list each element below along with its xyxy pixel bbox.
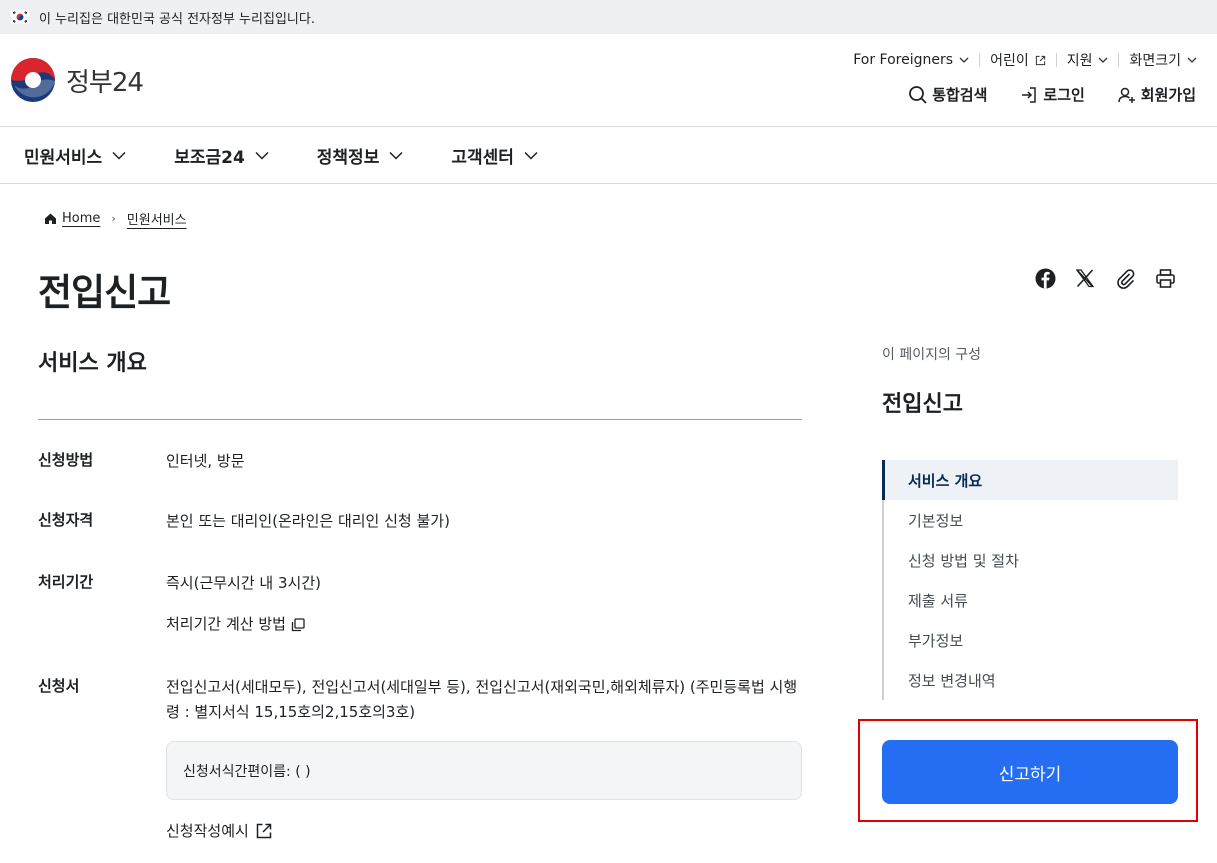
logo-text: 정부24 (66, 67, 144, 98)
section-title: 서비스 개요 (38, 351, 147, 376)
chevron-down-icon (524, 151, 538, 160)
info-label: 신청방법 (38, 451, 94, 469)
login-button[interactable]: 로그인 (1019, 84, 1085, 105)
for-foreigners-label: For Foreigners (853, 52, 954, 68)
copy-link-button[interactable] (1113, 266, 1137, 290)
info-row-form: 신청서 전입신고서(세대모두), 전입신고서(세대일부 등), 전입신고서(재외… (38, 675, 802, 725)
page-title: 전입신고 (38, 271, 171, 314)
info-value: 전입신고서(세대모두), 전입신고서(세대일부 등), 전입신고서(재외국민,해… (166, 678, 798, 721)
info-row-eligibility: 신청자격 본인 또는 대리인(온라인은 대리인 신청 불가) (38, 509, 802, 534)
print-icon (1155, 268, 1175, 288)
chevron-down-icon (1099, 57, 1108, 63)
apply-report-button[interactable]: 신고하기 (882, 740, 1178, 804)
processing-time-calc-label: 처리기간 계산 방법 (166, 615, 286, 633)
toc-item-documents[interactable]: 제출 서류 (884, 580, 1178, 620)
info-row-method: 신청방법 인터넷, 방문 (38, 449, 802, 474)
font-size-menu[interactable]: 화면크기 (1119, 50, 1197, 70)
gnb-menu-policy[interactable]: 정책정보 (317, 143, 404, 168)
gnb-menu-subsidy[interactable]: 보조금24 (174, 143, 269, 168)
auth-nav: 통합검색 로그인 회원가입 (876, 84, 1196, 105)
paperclip-icon (1116, 268, 1134, 289)
korea-flag-icon (10, 10, 30, 24)
toc-item-overview[interactable]: 서비스 개요 (882, 460, 1178, 500)
chevron-down-icon (389, 151, 403, 160)
form-name-box: 신청서식간편이름: ( ) (166, 741, 802, 800)
share-tools (1017, 266, 1177, 290)
x-share-button[interactable] (1073, 266, 1097, 290)
toc-item-basic-info[interactable]: 기본정보 (884, 500, 1178, 540)
support-label: 지원 (1066, 53, 1093, 69)
breadcrumb: Home › 민원서비스 (44, 209, 187, 228)
search-button[interactable]: 통합검색 (908, 84, 987, 105)
toc-item-procedure[interactable]: 신청 방법 및 절차 (884, 540, 1178, 580)
login-icon (1022, 86, 1037, 103)
info-row-period: 처리기간 즉시(근무시간 내 3시간) 처리기간 계산 방법 (38, 571, 802, 637)
search-label: 통합검색 (932, 86, 988, 104)
home-icon (45, 213, 56, 224)
for-foreigners-menu[interactable]: For Foreigners (843, 52, 979, 68)
kids-link[interactable]: 어린이 (980, 50, 1056, 70)
site-logo[interactable]: 정부24 (10, 57, 144, 103)
facebook-icon (1035, 268, 1055, 288)
gov-banner-text: 이 누리집은 대한민국 공식 전자정부 누리집입니다. (39, 11, 315, 27)
x-twitter-icon (1075, 269, 1095, 288)
chevron-down-icon (1187, 57, 1197, 63)
form-example-link[interactable]: 신청작성예시 (166, 820, 273, 841)
support-menu[interactable]: 지원 (1057, 50, 1119, 70)
external-link-icon (256, 823, 272, 838)
external-link-icon (1035, 55, 1045, 65)
gnb-menu-label: 고객센터 (451, 147, 514, 168)
info-value: 즉시(근무시간 내 3시간) (166, 574, 321, 592)
signup-label: 회원가입 (1140, 86, 1196, 104)
breadcrumb-home-link[interactable]: Home (62, 211, 100, 226)
search-icon (909, 85, 927, 104)
info-label: 처리기간 (38, 573, 94, 591)
form-name-text: 신청서식간편이름: ( ) (183, 763, 311, 780)
section-divider (38, 419, 802, 420)
toc-nav: 서비스 개요 기본정보 신청 방법 및 절차 제출 서류 부가정보 정보 변경내… (882, 460, 1178, 700)
processing-time-calc-link[interactable]: 처리기간 계산 방법 (166, 612, 306, 637)
login-label: 로그인 (1043, 86, 1085, 104)
gnb-menu-support[interactable]: 고객센터 (451, 143, 538, 168)
utility-nav: For Foreigners 어린이 지원 화면크기 (843, 50, 1197, 70)
signup-button[interactable]: 회원가입 (1117, 84, 1196, 105)
info-label: 신청서 (38, 677, 80, 695)
facebook-share-button[interactable] (1033, 266, 1057, 290)
copy-popup-icon (291, 617, 305, 631)
font-size-label: 화면크기 (1129, 53, 1181, 69)
info-value: 본인 또는 대리인(온라인은 대리인 신청 불가) (166, 512, 450, 530)
print-button[interactable] (1153, 266, 1177, 290)
main-nav: 민원서비스 보조금24 정책정보 고객센터 (0, 126, 1217, 184)
toc-title: 전입신고 (882, 392, 963, 417)
gnb-menu-label: 보조금24 (174, 147, 245, 168)
toc-item-change-history[interactable]: 정보 변경내역 (884, 660, 1178, 700)
gnb-menu-civil[interactable]: 민원서비스 (24, 143, 126, 168)
form-example-label: 신청작성예시 (166, 822, 249, 840)
gov-banner: 이 누리집은 대한민국 공식 전자정부 누리집입니다. (0, 0, 1217, 34)
gnb-menu-label: 민원서비스 (24, 147, 103, 168)
kids-label: 어린이 (990, 53, 1029, 69)
breadcrumb-current-link[interactable]: 민원서비스 (127, 209, 187, 228)
info-label: 신청자격 (38, 511, 94, 529)
toc-caption: 이 페이지의 구성 (882, 347, 982, 363)
add-user-icon (1118, 87, 1135, 103)
chevron-down-icon (112, 151, 126, 160)
chevron-down-icon (255, 151, 269, 160)
toc-item-additional-info[interactable]: 부가정보 (884, 620, 1178, 660)
chevron-right-icon: › (111, 212, 116, 225)
info-value: 인터넷, 방문 (166, 452, 245, 470)
gnb-menu-label: 정책정보 (316, 147, 380, 168)
gov-emblem-icon (11, 58, 55, 102)
chevron-down-icon (959, 57, 969, 63)
